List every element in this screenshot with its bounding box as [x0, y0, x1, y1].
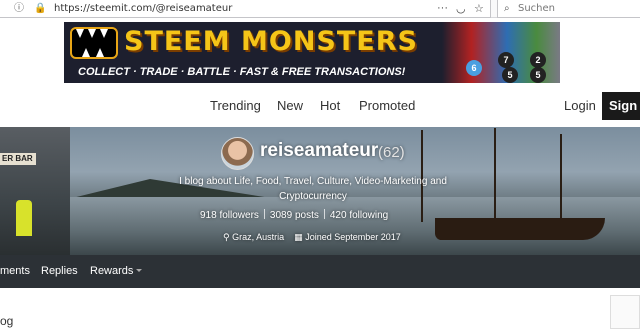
nav-new[interactable]: New [277, 98, 303, 113]
ad-badge: 5 [502, 67, 518, 83]
search-placeholder[interactable]: Suchen [518, 3, 555, 14]
browser-search-box[interactable]: ⌕ Suchen [497, 0, 640, 18]
avatar[interactable] [221, 137, 254, 170]
cover-bar-building: ER BAR [0, 127, 70, 255]
following-link[interactable]: 420 following [330, 210, 388, 221]
ad-badge: 2 [530, 52, 546, 68]
browser-toolbar: ⓘ 🔒 https://steemit.com/@reiseamateur ··… [0, 0, 640, 18]
tab-rewards[interactable]: Rewards [90, 265, 143, 277]
address-bar[interactable]: ⓘ 🔒 https://steemit.com/@reiseamateur ··… [0, 0, 491, 18]
monster-mouth-logo [70, 27, 118, 59]
profile-stats: 918 followers 3089 posts 420 following [200, 209, 440, 221]
steem-monsters-ad-banner[interactable]: STEEM MONSTERS COLLECT · TRADE · BATTLE … [64, 22, 560, 83]
ad-title: STEEM MONSTERS [124, 26, 418, 57]
ad-card-artwork: 6 7 5 2 5 [442, 22, 560, 83]
profile-content: og [0, 288, 640, 329]
profile-about: I blog about Life, Food, Travel, Culture… [179, 176, 447, 202]
followers-link[interactable]: 918 followers [200, 210, 259, 221]
profile-location: Graz, Austria [232, 232, 285, 242]
nav-promoted[interactable]: Promoted [359, 98, 415, 113]
ad-badge: 5 [530, 67, 546, 83]
login-link[interactable]: Login [564, 98, 596, 113]
reputation-score: (62) [378, 144, 405, 161]
search-icon: ⌕ [504, 3, 510, 14]
cover-person [16, 200, 32, 236]
page-actions-icon[interactable]: ··· [437, 2, 448, 14]
profile-joined: Joined September 2017 [305, 232, 401, 242]
lock-icon[interactable]: 🔒 [34, 3, 46, 15]
pocket-icon[interactable]: ◡ [456, 2, 466, 15]
ad-badge: 7 [498, 52, 514, 68]
ship-mast [560, 134, 562, 222]
section-heading: og [0, 314, 14, 328]
ad-subtitle: COLLECT · TRADE · BATTLE · FAST & FREE T… [78, 66, 406, 78]
tab-replies[interactable]: Replies [41, 265, 78, 277]
url-text[interactable]: https://steemit.com/@reiseamateur [54, 3, 232, 14]
nav-hot[interactable]: Hot [320, 98, 340, 113]
nav-trending[interactable]: Trending [210, 98, 261, 113]
profile-username: reiseamateur [260, 140, 379, 161]
calendar-icon: ▦ [294, 232, 303, 242]
profile-meta: ⚲ Graz, Austria ▦ Joined September 2017 [223, 232, 401, 243]
signup-button[interactable]: Sign [602, 92, 640, 120]
main-nav: Trending New Hot Promoted Login [0, 86, 640, 126]
cover-bar-sign: ER BAR [0, 153, 36, 165]
chevron-down-icon [136, 269, 143, 272]
info-icon[interactable]: ⓘ [14, 3, 24, 15]
ship-hull [435, 218, 605, 240]
sidebar-card [610, 295, 640, 329]
bookmark-star-icon[interactable]: ☆ [474, 2, 484, 15]
tab-comments[interactable]: ments [0, 265, 30, 277]
ad-badge: 6 [466, 60, 482, 76]
location-icon: ⚲ [223, 232, 230, 242]
posts-count: 3089 posts [269, 210, 319, 221]
profile-subnav: ments Replies Rewards [0, 255, 640, 288]
tab-rewards-label: Rewards [90, 265, 134, 277]
ship-mast [494, 128, 496, 222]
